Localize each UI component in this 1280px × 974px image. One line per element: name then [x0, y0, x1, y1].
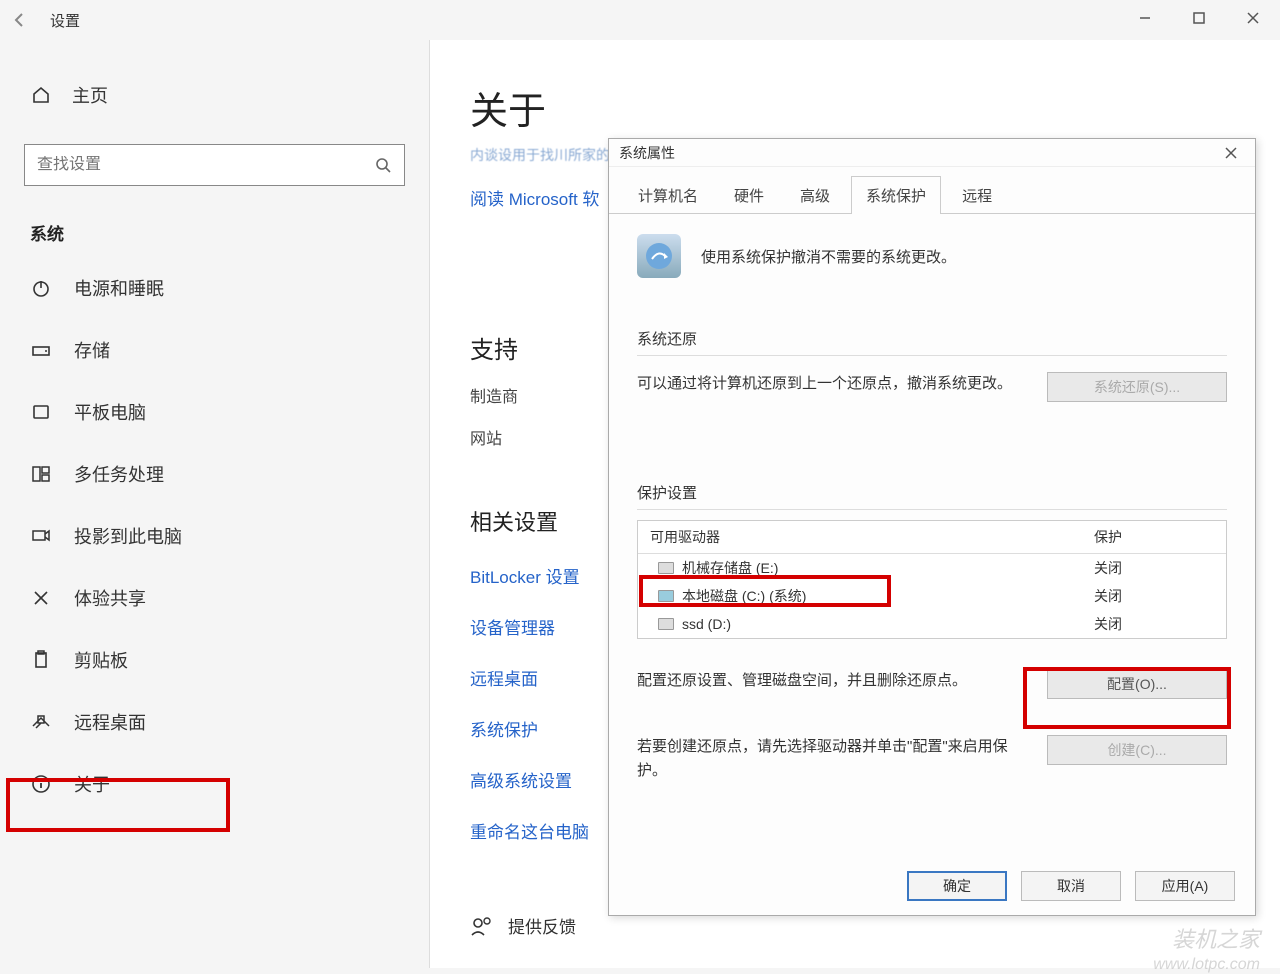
sidebar-item-about[interactable]: 关于 — [0, 753, 429, 815]
sidebar-item-tablet[interactable]: 平板电脑 — [0, 381, 429, 443]
col-drive: 可用驱动器 — [650, 527, 1094, 547]
drive-table: 可用驱动器 保护 机械存储盘 (E:) 关闭 本地磁盘 (C:) (系统) 关闭… — [637, 520, 1227, 639]
restore-desc: 可以通过将计算机还原到上一个还原点，撤消系统更改。 — [637, 372, 1027, 396]
dialog-close-button[interactable] — [1217, 145, 1245, 161]
drive-icon — [658, 562, 674, 574]
drive-name: 本地磁盘 (C:) (系统) — [682, 586, 806, 606]
drive-status: 关闭 — [1094, 558, 1214, 578]
power-icon — [30, 277, 52, 299]
dialog-body: 使用系统保护撤消不需要的系统更改。 系统还原 可以通过将计算机还原到上一个还原点… — [609, 214, 1255, 803]
configure-button[interactable]: 配置(O)... — [1047, 669, 1227, 699]
drive-name: 机械存储盘 (E:) — [682, 558, 778, 578]
sidebar-item-label: 投影到此电脑 — [74, 523, 182, 549]
share-icon — [30, 587, 52, 609]
watermark-url: www.lotpc.com — [1153, 956, 1260, 974]
sidebar: 主页 系统 电源和睡眠 存储 平板电脑 多任务处理 投影到此电脑 体验共享 剪贴… — [0, 40, 430, 968]
info-icon — [30, 773, 52, 795]
sidebar-item-label: 关于 — [74, 771, 110, 797]
dialog-tabs: 计算机名 硬件 高级 系统保护 远程 — [609, 167, 1255, 214]
drive-row[interactable]: 本地磁盘 (C:) (系统) 关闭 — [638, 582, 1226, 610]
maximize-button[interactable] — [1172, 0, 1226, 36]
titlebar: 设置 — [0, 0, 1280, 40]
window-title: 设置 — [50, 10, 80, 31]
drive-row[interactable]: ssd (D:) 关闭 — [638, 610, 1226, 638]
sidebar-item-label: 远程桌面 — [74, 709, 146, 735]
ok-button[interactable]: 确定 — [907, 871, 1007, 901]
drive-icon — [658, 618, 674, 630]
dialog-title-text: 系统属性 — [619, 143, 675, 163]
sidebar-item-label: 存储 — [74, 337, 110, 363]
search-box[interactable] — [24, 144, 405, 186]
page-title: 关于 — [470, 80, 1240, 135]
sidebar-item-remote[interactable]: 远程桌面 — [0, 691, 429, 753]
sidebar-item-label: 电源和睡眠 — [74, 275, 164, 301]
window-controls — [1118, 0, 1280, 36]
tab-advanced[interactable]: 高级 — [785, 176, 845, 214]
storage-icon — [30, 339, 52, 361]
settings-group-title: 保护设置 — [637, 482, 1227, 503]
tab-computer-name[interactable]: 计算机名 — [623, 176, 713, 214]
sidebar-item-project[interactable]: 投影到此电脑 — [0, 505, 429, 567]
dialog-footer: 确定 取消 应用(A) — [907, 871, 1235, 901]
sidebar-item-power[interactable]: 电源和睡眠 — [0, 257, 429, 319]
sidebar-section-label: 系统 — [0, 186, 429, 257]
sidebar-item-clipboard[interactable]: 剪贴板 — [0, 629, 429, 691]
clipboard-icon — [30, 649, 52, 671]
back-button[interactable] — [8, 8, 32, 32]
multitask-icon — [30, 463, 52, 485]
sidebar-item-multitask[interactable]: 多任务处理 — [0, 443, 429, 505]
drive-icon — [658, 590, 674, 602]
apply-button[interactable]: 应用(A) — [1135, 871, 1235, 901]
project-icon — [30, 525, 52, 547]
close-button[interactable] — [1226, 0, 1280, 36]
col-protection: 保护 — [1094, 527, 1214, 547]
sidebar-item-label: 体验共享 — [74, 585, 146, 611]
sidebar-item-storage[interactable]: 存储 — [0, 319, 429, 381]
remote-icon — [30, 711, 52, 733]
feedback-label: 提供反馈 — [508, 913, 576, 938]
minimize-button[interactable] — [1118, 0, 1172, 36]
protection-icon — [637, 234, 681, 278]
search-icon — [374, 156, 392, 174]
config-desc: 配置还原设置、管理磁盘空间，并且删除还原点。 — [637, 669, 1027, 693]
home-icon — [30, 84, 52, 106]
dialog-titlebar: 系统属性 — [609, 139, 1255, 167]
sidebar-item-label: 平板电脑 — [74, 399, 146, 425]
search-input[interactable] — [37, 156, 374, 174]
restore-group-title: 系统还原 — [637, 328, 1227, 349]
create-desc: 若要创建还原点，请先选择驱动器并单击"配置"来启用保护。 — [637, 735, 1027, 783]
cancel-button[interactable]: 取消 — [1021, 871, 1121, 901]
drive-status: 关闭 — [1094, 586, 1214, 606]
tablet-icon — [30, 401, 52, 423]
feedback-icon — [470, 915, 492, 937]
sidebar-item-label: 多任务处理 — [74, 461, 164, 487]
tab-remote[interactable]: 远程 — [947, 176, 1007, 214]
drive-row[interactable]: 机械存储盘 (E:) 关闭 — [638, 554, 1226, 582]
protection-description: 使用系统保护撤消不需要的系统更改。 — [701, 246, 956, 267]
tab-hardware[interactable]: 硬件 — [719, 176, 779, 214]
drive-name: ssd (D:) — [682, 616, 731, 632]
sidebar-item-label: 剪贴板 — [74, 647, 128, 673]
sidebar-home[interactable]: 主页 — [0, 70, 429, 120]
drive-status: 关闭 — [1094, 614, 1214, 634]
create-button[interactable]: 创建(C)... — [1047, 735, 1227, 765]
feedback-row[interactable]: 提供反馈 — [470, 913, 1240, 938]
system-restore-button[interactable]: 系统还原(S)... — [1047, 372, 1227, 402]
tab-system-protection[interactable]: 系统保护 — [851, 176, 941, 214]
sidebar-home-label: 主页 — [72, 82, 108, 108]
sidebar-item-share[interactable]: 体验共享 — [0, 567, 429, 629]
system-properties-dialog: 系统属性 计算机名 硬件 高级 系统保护 远程 使用系统保护撤消不需要的系统更改… — [608, 138, 1256, 916]
